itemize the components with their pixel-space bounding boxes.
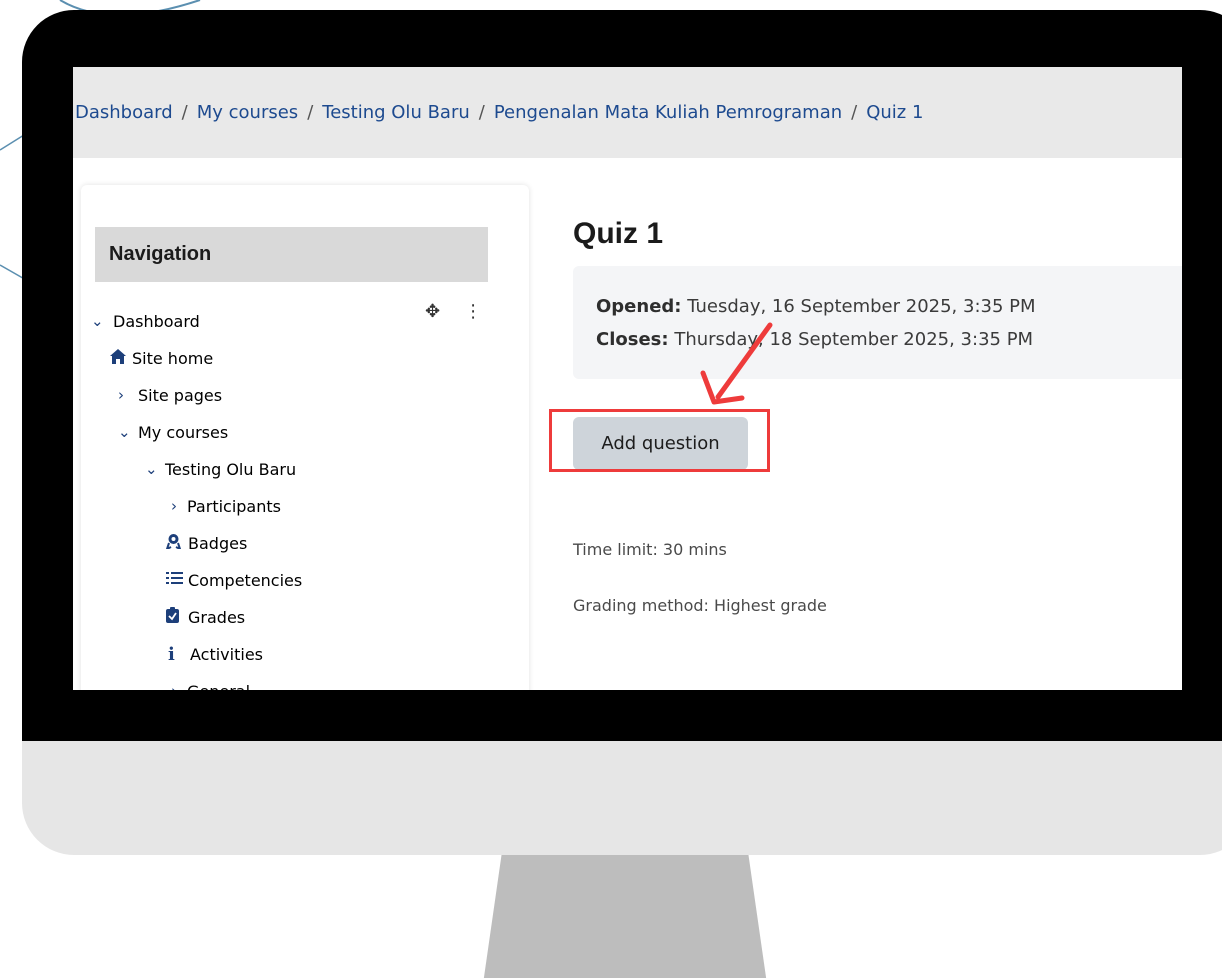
navigation-title: Navigation <box>95 227 488 282</box>
opened-date: Opened: Tuesday, 16 September 2025, 3:35… <box>596 296 1036 317</box>
nav-item-label: Competencies <box>188 570 303 590</box>
nav-item-participants[interactable]: › Participants <box>171 493 281 519</box>
nav-item-site-pages[interactable]: › Site pages <box>118 382 222 408</box>
nav-item-activities[interactable]: i Activities <box>168 641 263 667</box>
nav-item-label: Testing Olu Baru <box>165 459 297 479</box>
competencies-icon <box>166 571 188 589</box>
breadcrumb-separator: / <box>851 102 858 123</box>
opened-label: Opened: <box>596 296 682 317</box>
time-limit: Time limit: 30 mins <box>573 540 727 559</box>
nav-item-my-courses[interactable]: ⌄ My courses <box>118 419 228 445</box>
breadcrumb-section[interactable]: Pengenalan Mata Kuliah Pemrograman <box>494 102 842 123</box>
quiz-dates-box: Opened: Tuesday, 16 September 2025, 3:35… <box>573 266 1182 379</box>
nav-item-label: Site home <box>132 348 214 368</box>
breadcrumb-my-courses[interactable]: My courses <box>197 102 298 123</box>
screen: Dashboard / My courses / Testing Olu Bar… <box>73 67 1182 690</box>
more-actions-icon[interactable]: ⋮ <box>464 301 482 322</box>
breadcrumb-separator: / <box>181 102 188 123</box>
highlight-box <box>549 409 770 472</box>
nav-item-label: Dashboard <box>113 311 200 331</box>
closes-date: Closes: Thursday, 18 September 2025, 3:3… <box>596 329 1033 350</box>
breadcrumb: Dashboard / My courses / Testing Olu Bar… <box>73 67 1182 158</box>
nav-item-label: General <box>187 682 250 691</box>
chevron-right-icon: › <box>171 682 187 690</box>
nav-item-label: Badges <box>188 533 248 553</box>
opened-value: Tuesday, 16 September 2025, 3:35 PM <box>687 296 1036 317</box>
chevron-right-icon: › <box>118 386 124 404</box>
info-icon: i <box>168 643 175 665</box>
nav-item-grades[interactable]: Grades <box>166 604 245 630</box>
home-icon <box>110 348 132 368</box>
block-controls: ✥ ⋮ <box>425 301 482 322</box>
closes-label: Closes: <box>596 329 669 350</box>
grading-method: Grading method: Highest grade <box>573 596 827 615</box>
nav-item-label: Site pages <box>138 385 223 405</box>
nav-item-label: Participants <box>187 496 281 516</box>
breadcrumb-separator: / <box>478 102 485 123</box>
nav-item-badges[interactable]: Badges <box>165 530 248 556</box>
chevron-down-icon: ⌄ <box>91 312 104 330</box>
nav-item-label: Activities <box>190 644 263 664</box>
chevron-down-icon: ⌄ <box>118 423 131 441</box>
chevron-right-icon: › <box>171 497 177 515</box>
nav-item-label: My courses <box>138 422 229 442</box>
nav-item-site-home[interactable]: Site home <box>110 345 213 371</box>
nav-item-general[interactable]: › General <box>171 678 250 691</box>
chevron-down-icon: ⌄ <box>145 460 158 478</box>
badge-icon <box>165 533 188 553</box>
breadcrumb-quiz[interactable]: Quiz 1 <box>866 102 923 123</box>
closes-value: Thursday, 18 September 2025, 3:35 PM <box>674 329 1034 350</box>
breadcrumb-dashboard[interactable]: Dashboard <box>75 102 173 123</box>
grades-icon <box>166 607 188 627</box>
nav-item-course[interactable]: ⌄ Testing Olu Baru <box>145 456 296 482</box>
breadcrumb-course[interactable]: Testing Olu Baru <box>322 102 470 123</box>
nav-item-label: Grades <box>188 607 246 627</box>
nav-item-competencies[interactable]: Competencies <box>166 567 302 593</box>
nav-item-dashboard[interactable]: ⌄ Dashboard <box>91 308 200 334</box>
breadcrumb-separator: / <box>307 102 314 123</box>
monitor-stand <box>483 855 767 978</box>
page-title: Quiz 1 <box>573 217 664 250</box>
move-icon[interactable]: ✥ <box>425 301 440 322</box>
